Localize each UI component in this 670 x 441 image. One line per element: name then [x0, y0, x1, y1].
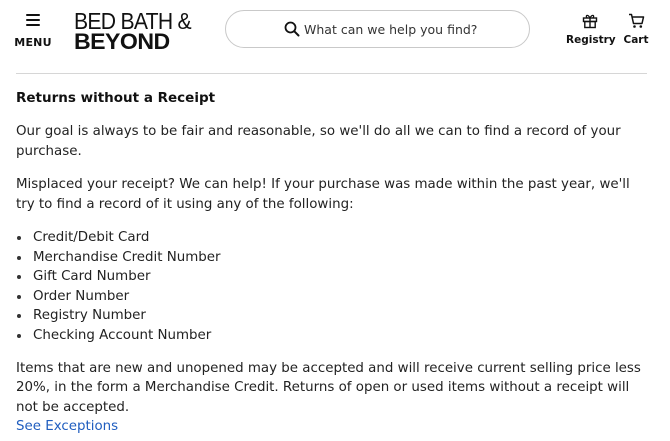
- registry-label: Registry: [566, 34, 616, 46]
- section-title: Returns without a Receipt: [16, 90, 216, 106]
- see-exceptions-link[interactable]: See Exceptions: [16, 417, 652, 437]
- search-icon[interactable]: [284, 21, 300, 37]
- returns-section: Returns without a Receipt Our goal is al…: [16, 89, 652, 437]
- brand-logo[interactable]: BED BATH & BEYOND: [74, 10, 206, 53]
- list-item: Credit/Debit Card: [17, 228, 652, 248]
- logo-line-2: BEYOND: [74, 29, 170, 54]
- cart-link[interactable]: Cart: [620, 13, 652, 46]
- hamburger-icon: [26, 14, 40, 26]
- search-bar[interactable]: [225, 10, 530, 48]
- registry-link[interactable]: Registry: [566, 13, 616, 46]
- list-item: Registry Number: [17, 306, 652, 326]
- intro-paragraph: Our goal is always to be fair and reason…: [16, 124, 621, 159]
- menu-button[interactable]: MENU: [14, 12, 52, 49]
- menu-label: MENU: [14, 36, 52, 49]
- lookup-methods-list: Credit/Debit Card Merchandise Credit Num…: [16, 228, 652, 346]
- policy-paragraph: Items that are new and unopened may be a…: [16, 360, 641, 415]
- site-header: MENU BED BATH & BEYOND Registry Cart: [0, 0, 670, 60]
- cart-icon: [628, 13, 644, 28]
- search-input[interactable]: [304, 19, 514, 39]
- list-item: Checking Account Number: [17, 326, 652, 346]
- list-item: Gift Card Number: [17, 267, 652, 287]
- header-divider: [16, 73, 647, 74]
- gift-icon: [582, 14, 598, 29]
- list-item: Merchandise Credit Number: [17, 248, 652, 268]
- list-item: Order Number: [17, 287, 652, 307]
- cart-label: Cart: [623, 34, 649, 46]
- receipt-help-paragraph: Misplaced your receipt? We can help! If …: [16, 177, 630, 212]
